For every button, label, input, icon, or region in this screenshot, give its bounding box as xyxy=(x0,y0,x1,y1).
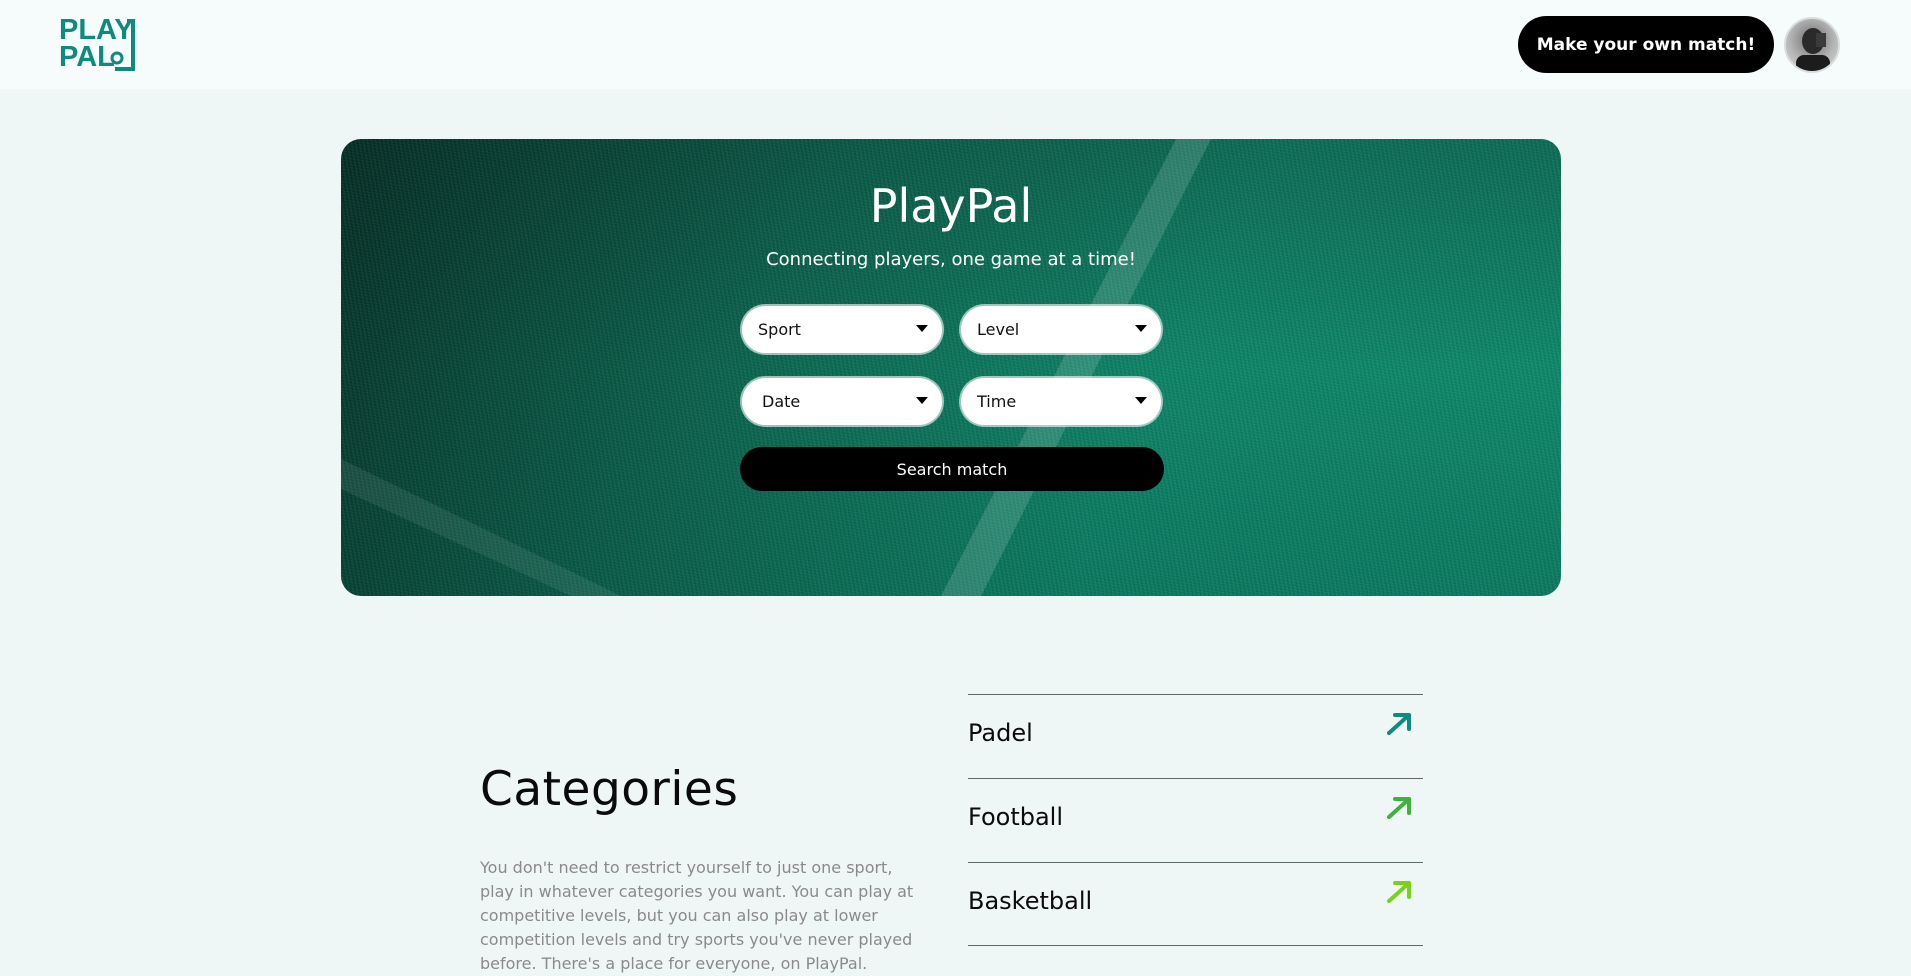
playpal-logo[interactable]: PLAY PAL xyxy=(59,16,141,73)
chevron-down-icon xyxy=(916,325,928,332)
category-item-padel[interactable]: Padel xyxy=(968,694,1423,778)
date-select[interactable]: Date xyxy=(742,378,942,425)
sport-select-value: Sport xyxy=(758,320,801,339)
chevron-down-icon xyxy=(1135,397,1147,404)
category-list: Padel Football Basketball xyxy=(968,694,1423,946)
logo-mark-icon xyxy=(110,19,135,71)
time-select-value: Time xyxy=(977,392,1017,411)
hero-title: PlayPal xyxy=(869,179,1033,233)
chevron-down-icon xyxy=(916,397,928,404)
user-avatar[interactable] xyxy=(1784,17,1840,73)
category-item-football[interactable]: Football xyxy=(968,778,1423,862)
category-item-basketball[interactable]: Basketball xyxy=(968,862,1423,946)
arrow-up-right-icon xyxy=(1387,881,1411,903)
categories-heading: Categories xyxy=(480,762,739,817)
level-select[interactable]: Level xyxy=(961,306,1161,353)
date-select-value: Date xyxy=(762,392,801,411)
category-label: Padel xyxy=(968,719,1033,747)
category-label: Football xyxy=(968,803,1064,831)
make-your-own-match-button[interactable]: Make your own match! xyxy=(1518,16,1774,73)
top-navbar: PLAY PAL Make your own match! xyxy=(0,0,1911,89)
categories-description: You don't need to restrict yourself to j… xyxy=(480,858,914,973)
arrow-up-right-icon xyxy=(1387,797,1411,819)
time-select[interactable]: Time xyxy=(961,378,1161,425)
hero-banner: PlayPal Connecting players, one game at … xyxy=(341,139,1561,596)
hero-subtitle: Connecting players, one game at a time! xyxy=(766,249,1136,270)
level-select-value: Level xyxy=(977,320,1020,339)
chevron-down-icon xyxy=(1135,325,1147,332)
arrow-up-right-icon xyxy=(1387,713,1411,735)
sport-select[interactable]: Sport xyxy=(742,306,942,353)
avatar-photo-icon xyxy=(1796,28,1830,71)
category-label: Basketball xyxy=(968,887,1093,915)
search-match-button[interactable]: Search match xyxy=(740,447,1164,491)
